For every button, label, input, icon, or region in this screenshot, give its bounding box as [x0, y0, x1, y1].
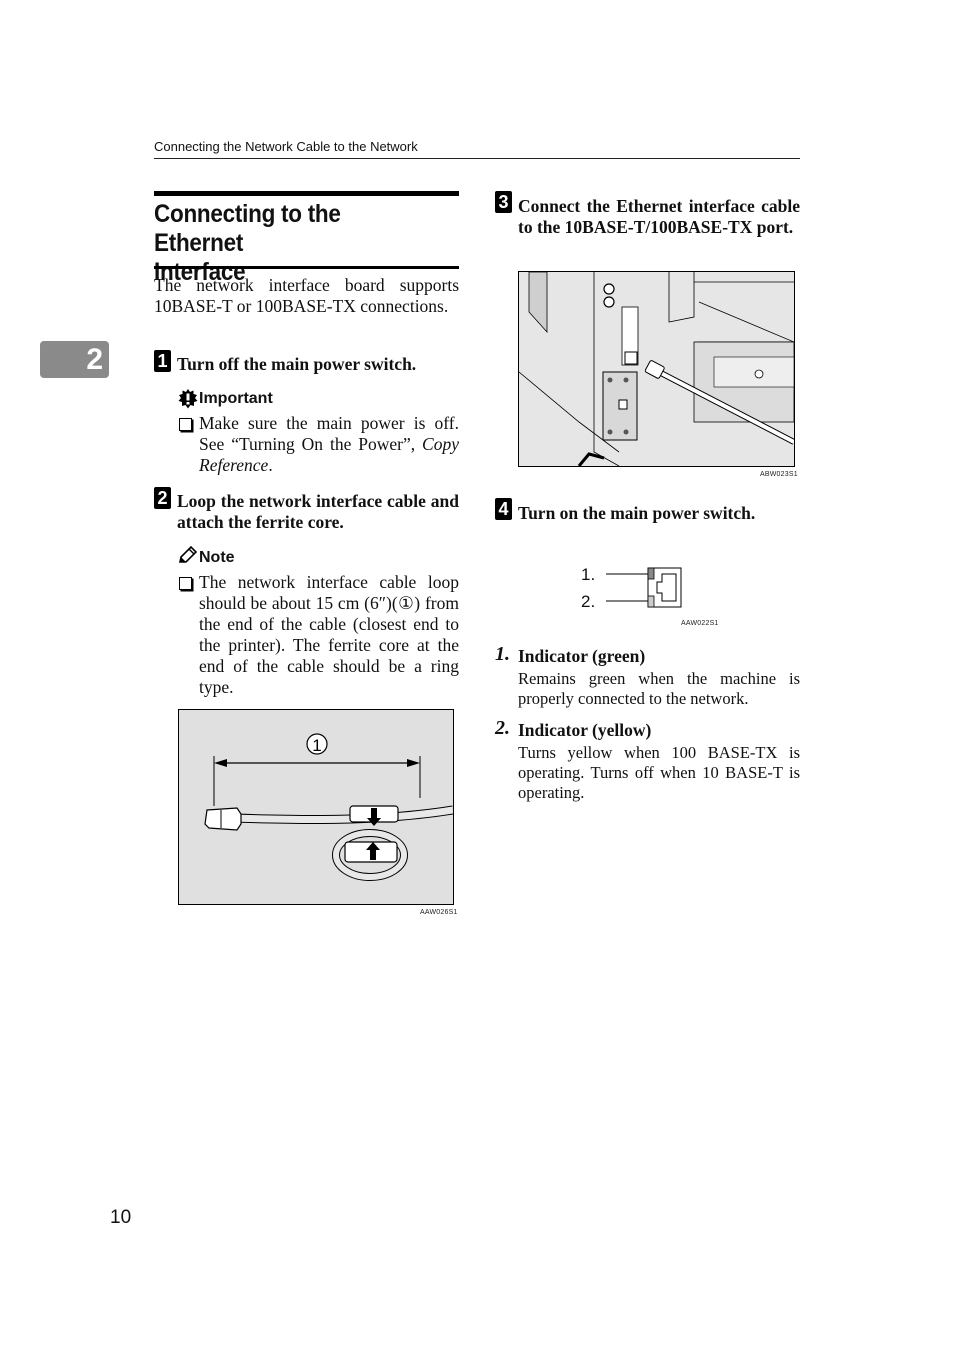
led-yellow: [647, 595, 655, 608]
rj45-port-diagram: [606, 567, 682, 608]
important-bullet: Make sure the main power is off. See “Tu…: [199, 413, 459, 476]
indicator-title-2: Indicator (yellow): [518, 720, 652, 740]
indicator-title-1: Indicator (green): [518, 646, 646, 666]
bullet-box: [179, 418, 192, 431]
ethernet-port-figure: [518, 271, 795, 467]
note-bullet: The network interface cable loop should …: [199, 572, 459, 697]
intro-paragraph: The network interface board supports 10B…: [154, 275, 459, 316]
step-2-text: Loop the network interface cable and att…: [177, 491, 459, 532]
figure-code: ABW023S1: [760, 471, 798, 478]
indicator-number-2: 2.: [495, 717, 510, 739]
section-title: Connecting to the Ethernet Interface: [154, 200, 429, 287]
step-3-text: Connect the Ethernet interface cable to …: [518, 196, 800, 237]
running-head: Connecting the Network Cable to the Netw…: [154, 139, 418, 154]
important-icon: [178, 389, 198, 409]
note-label: Note: [199, 549, 235, 566]
step-4-text: Turn on the main power switch.: [518, 503, 756, 523]
important-label: Important: [199, 390, 273, 407]
figure-code: AAW026S1: [420, 909, 458, 916]
led-green: [647, 567, 655, 580]
step-number-4: 4: [495, 498, 512, 520]
important-text-end: .: [268, 455, 273, 475]
important-text: Make sure the main power is off. See “Tu…: [199, 413, 459, 454]
page-number: 10: [110, 1207, 132, 1228]
indicator-description-2: Turns yellow when 100 BASE-TX is operati…: [518, 743, 800, 802]
ferrite-core-figure: 1: [178, 709, 454, 905]
title-rule-bottom: [154, 266, 459, 269]
header-rule: [154, 158, 800, 159]
bullet-box: [179, 577, 192, 590]
printer-rear-illustration: [519, 272, 794, 466]
step-number-1: 1: [154, 350, 171, 372]
pencil-icon: [179, 546, 198, 563]
led-label-2: 2.: [581, 592, 596, 611]
step-1-text: Turn off the main power switch.: [177, 354, 417, 374]
led-label-1: 1.: [581, 565, 596, 584]
ferrite-illustration: 1: [204, 733, 453, 881]
step-number-3: 3: [495, 191, 512, 213]
chapter-tab: 2: [40, 341, 109, 378]
title-rule-top: [154, 191, 459, 196]
step-number-2: 2: [154, 487, 171, 509]
indicator-number-1: 1.: [495, 643, 510, 665]
indicator-description-1: Remains green when the machine is proper…: [518, 669, 800, 708]
callout-marker: 1: [312, 736, 321, 755]
figure-code: AAW022S1: [681, 620, 719, 627]
section-title-line-1: Connecting to the Ethernet: [154, 200, 341, 257]
